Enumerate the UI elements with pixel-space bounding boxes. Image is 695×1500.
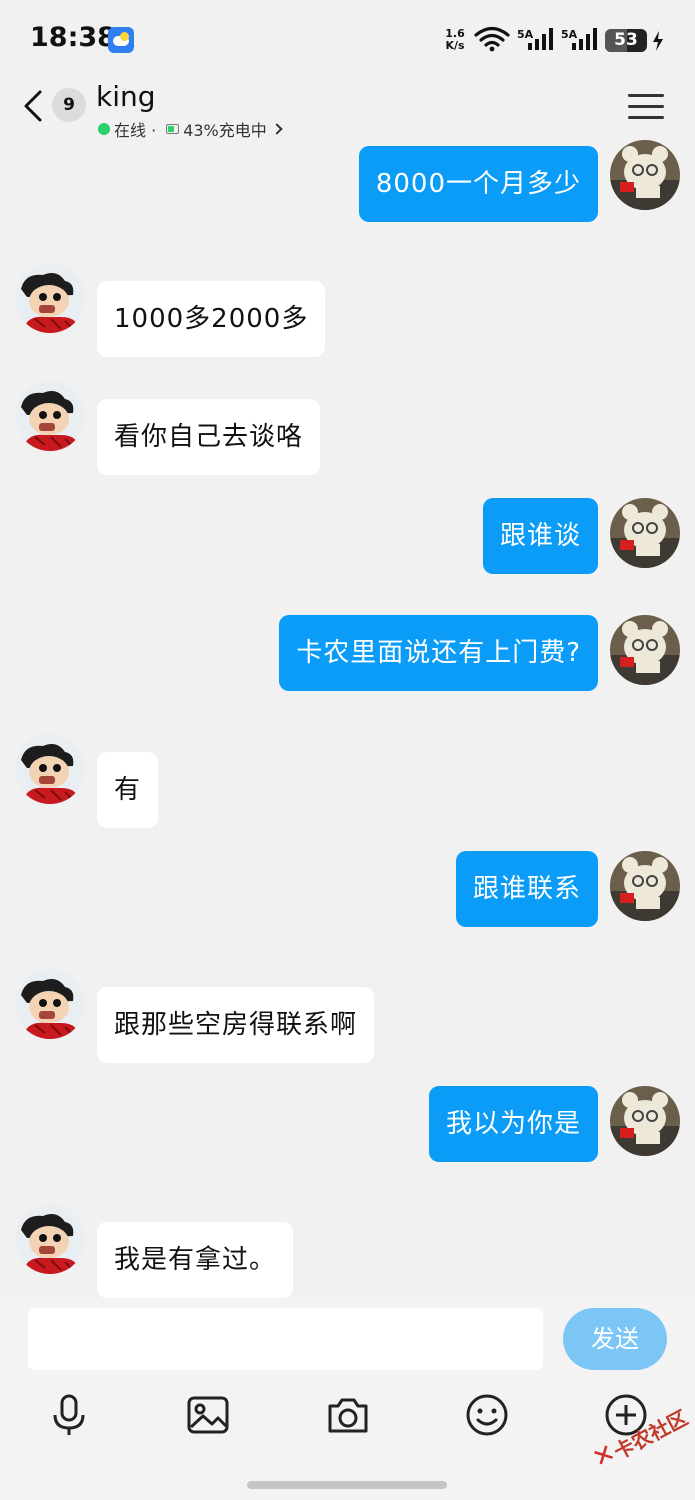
message-bubble[interactable]: 跟谁谈 — [482, 498, 598, 574]
contact-name[interactable]: king — [96, 80, 156, 113]
message-bubble[interactable]: 我以为你是 — [428, 1086, 598, 1162]
device-status: 43%充电中 — [183, 121, 267, 140]
battery-level: 53 — [614, 30, 638, 50]
message-bubble[interactable]: 1000多2000多 — [97, 281, 326, 357]
signal-strength-icon — [572, 28, 597, 50]
contact-avatar[interactable] — [15, 1204, 85, 1274]
menu-line-icon — [628, 94, 664, 97]
signal-strength-icon — [528, 28, 553, 50]
outgoing-message: 我以为你是 — [0, 1086, 695, 1182]
outgoing-message: 跟谁联系 — [0, 851, 695, 947]
menu-button[interactable] — [628, 94, 664, 122]
composer: 发送 — [0, 1298, 695, 1500]
camera-icon[interactable] — [324, 1391, 372, 1439]
image-icon[interactable] — [184, 1391, 232, 1439]
home-indicator[interactable] — [247, 1481, 447, 1489]
incoming-message: 我是有拿过。 — [0, 1204, 695, 1298]
menu-line-icon — [628, 116, 664, 119]
presence-status[interactable]: 在线 · 43%充电中 — [98, 117, 283, 141]
charging-icon — [653, 31, 663, 51]
incoming-message: 有 — [0, 734, 695, 830]
presence-text: 在线 · — [114, 121, 157, 140]
contact-avatar[interactable] — [15, 263, 85, 333]
message-bubble[interactable]: 卡农里面说还有上门费? — [279, 615, 598, 691]
message-list[interactable]: 8000一个月多少 1000多2000多 看你自己去谈咯跟谁谈卡农里面说还有上门费?… — [0, 140, 695, 1298]
wifi-icon — [474, 26, 510, 52]
my-avatar[interactable] — [610, 140, 680, 210]
outgoing-message: 跟谁谈 — [0, 498, 695, 594]
chat-header: 9 king 在线 · 43%充电中 — [0, 80, 695, 140]
network-speed-unit: K/s — [445, 39, 465, 52]
back-button[interactable] — [18, 86, 48, 126]
message-bubble[interactable]: 8000一个月多少 — [358, 146, 598, 222]
unread-count-badge: 9 — [52, 88, 86, 122]
message-bubble[interactable]: 有 — [97, 752, 159, 828]
battery-mini-icon — [166, 124, 180, 134]
message-bubble[interactable]: 我是有拿过。 — [97, 1222, 294, 1298]
menu-line-icon — [628, 105, 664, 108]
battery-indicator: 53 — [605, 29, 647, 52]
weather-icon — [108, 27, 134, 53]
send-button[interactable]: 发送 — [563, 1308, 667, 1370]
incoming-message: 跟那些空房得联系啊 — [0, 969, 695, 1065]
emoji-icon[interactable] — [463, 1391, 511, 1439]
online-dot-icon — [98, 123, 110, 135]
network-speed: 1.6 K/s — [442, 28, 468, 52]
message-bubble[interactable]: 跟那些空房得联系啊 — [97, 987, 375, 1063]
message-bubble[interactable]: 跟谁联系 — [455, 851, 598, 927]
message-input[interactable] — [28, 1308, 543, 1370]
contact-avatar[interactable] — [15, 969, 85, 1039]
my-avatar[interactable] — [610, 851, 680, 921]
microphone-icon[interactable] — [45, 1391, 93, 1439]
message-bubble[interactable]: 看你自己去谈咯 — [97, 399, 321, 475]
incoming-message: 看你自己去谈咯 — [0, 381, 695, 477]
outgoing-message: 卡农里面说还有上门费? — [0, 615, 695, 711]
chevron-right-icon — [271, 123, 283, 135]
contact-avatar[interactable] — [15, 734, 85, 804]
contact-avatar[interactable] — [15, 381, 85, 451]
outgoing-message: 8000一个月多少 — [0, 140, 695, 242]
status-bar: 18:38 1.6 K/s 5A 5A 53 — [0, 0, 695, 80]
my-avatar[interactable] — [610, 1086, 680, 1156]
status-time: 18:38 — [30, 22, 116, 53]
my-avatar[interactable] — [610, 615, 680, 685]
incoming-message: 1000多2000多 — [0, 263, 695, 359]
my-avatar[interactable] — [610, 498, 680, 568]
